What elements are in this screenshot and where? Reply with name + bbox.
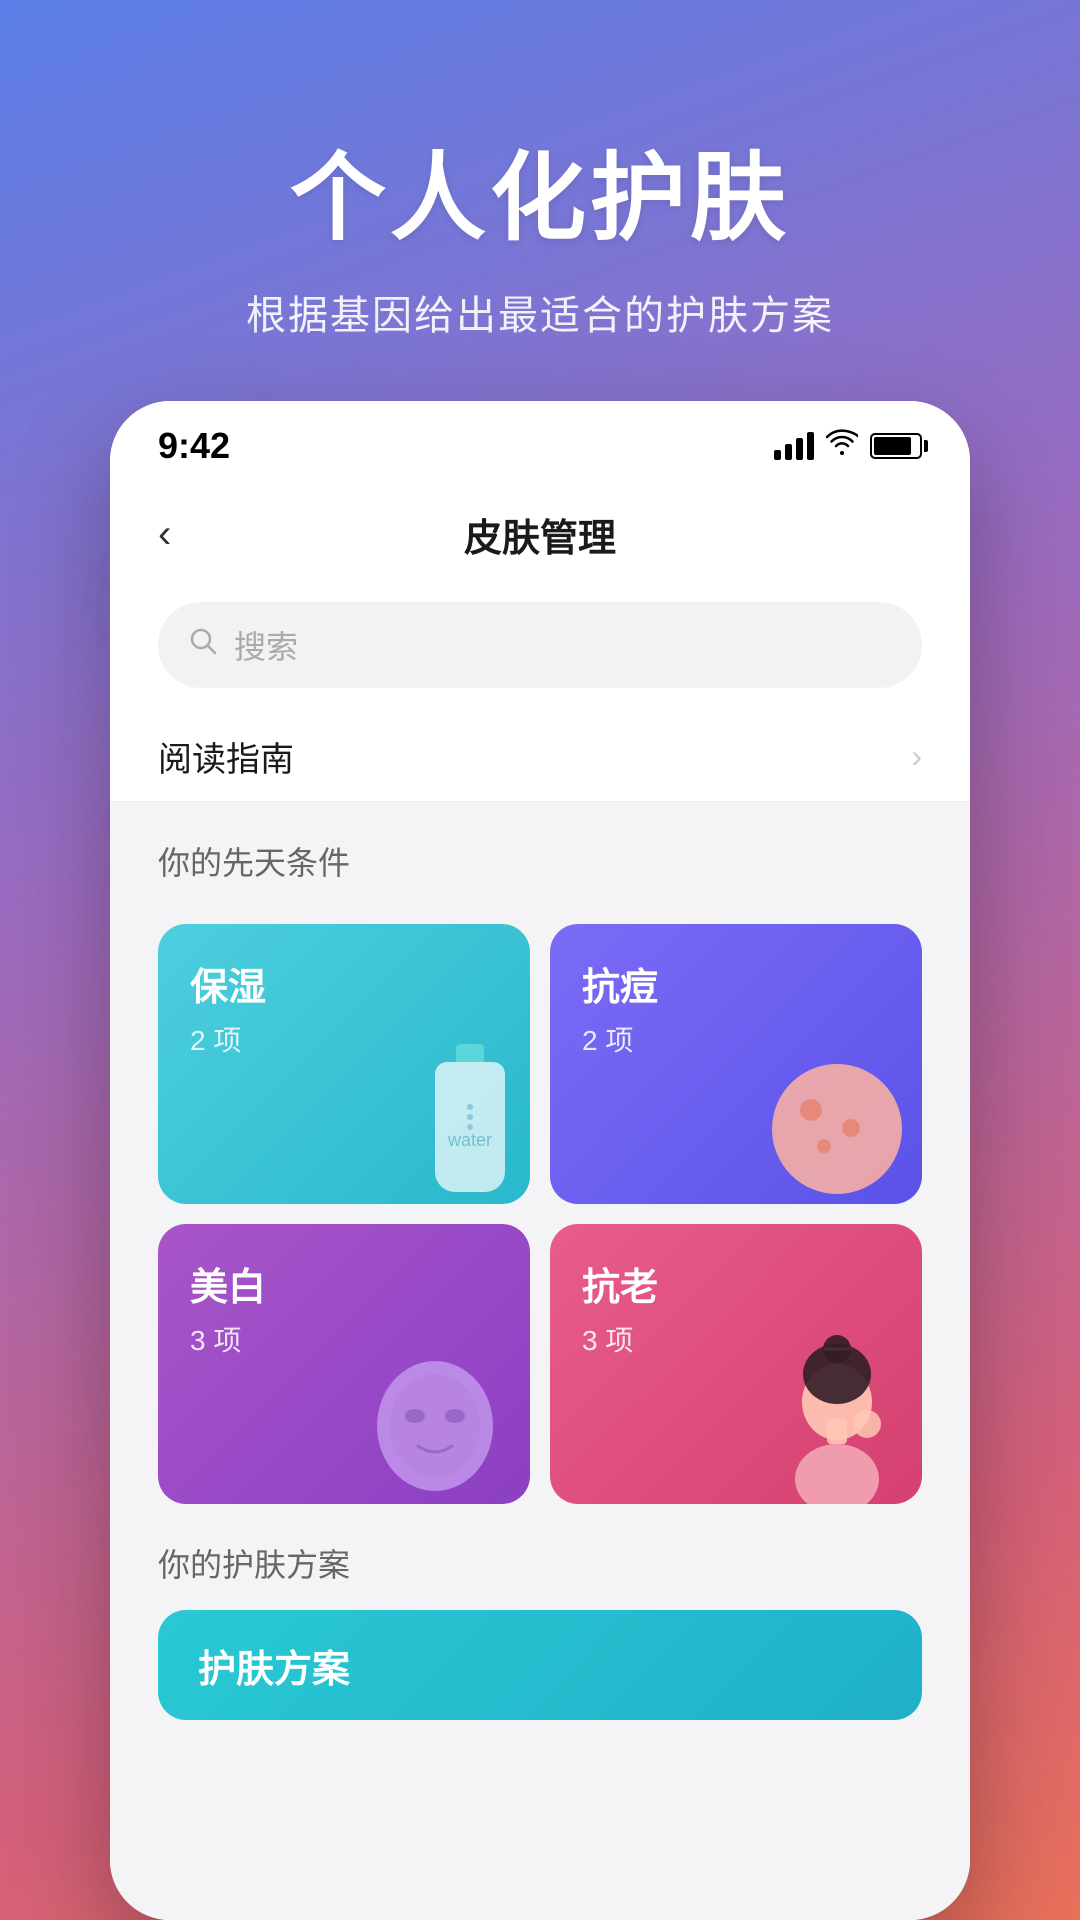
mask-illustration: [360, 1346, 510, 1504]
nav-bar: ‹ 皮肤管理: [110, 479, 970, 590]
skincare-section-title: 你的护肤方案: [158, 1540, 922, 1586]
skincare-solution-card[interactable]: 护肤方案: [158, 1610, 922, 1720]
skincare-card-title: 护肤方案: [198, 1638, 350, 1693]
hero-subtitle: 根据基因给出最适合的护肤方案: [60, 283, 1020, 341]
nav-title: 皮肤管理: [464, 507, 616, 562]
hero-title: 个人化护肤: [60, 120, 1020, 259]
battery-icon: [870, 433, 922, 459]
card-acne-count: 2 项: [582, 1019, 890, 1059]
person-illustration: [772, 1324, 902, 1504]
card-acne[interactable]: 抗痘 2 项: [550, 924, 922, 1204]
skincare-section: 你的护肤方案 护肤方案: [110, 1504, 970, 1736]
reading-guide[interactable]: 阅读指南 ›: [110, 712, 970, 802]
status-bar: 9:42: [110, 401, 970, 479]
phone-frame: 9:42 ‹: [110, 401, 970, 1920]
reading-guide-label: 阅读指南: [158, 732, 294, 781]
card-whitening[interactable]: 美白 3 项: [158, 1224, 530, 1504]
acne-face-illustration: [772, 1064, 902, 1204]
search-placeholder-text: 搜索: [234, 622, 298, 668]
status-time: 9:42: [158, 425, 230, 467]
scroll-content[interactable]: 你的先天条件 保湿 2 项: [110, 802, 970, 1920]
water-bottle-illustration: water: [430, 1044, 510, 1204]
status-icons: [774, 429, 922, 464]
search-bar[interactable]: 搜索: [158, 602, 922, 688]
card-acne-title: 抗痘: [582, 956, 890, 1011]
search-container: 搜索: [110, 590, 970, 712]
back-button[interactable]: ‹: [158, 512, 171, 557]
innate-section-title: 你的先天条件: [158, 838, 922, 884]
wifi-icon: [826, 429, 858, 464]
card-antiaging-title: 抗老: [582, 1256, 890, 1311]
signal-icon: [774, 432, 814, 460]
card-moisturize[interactable]: 保湿 2 项: [158, 924, 530, 1204]
card-antiaging[interactable]: 抗老 3 项: [550, 1224, 922, 1504]
cards-grid: 保湿 2 项: [110, 924, 970, 1504]
card-whitening-title: 美白: [190, 1256, 498, 1311]
search-icon: [188, 626, 218, 664]
card-moisturize-title: 保湿: [190, 956, 498, 1011]
chevron-right-icon: ›: [911, 738, 922, 775]
hero-section: 个人化护肤 根据基因给出最适合的护肤方案: [0, 0, 1080, 401]
innate-section: 你的先天条件: [110, 802, 970, 924]
app-content: ‹ 皮肤管理 搜索 阅读指南 ›: [110, 479, 970, 1920]
